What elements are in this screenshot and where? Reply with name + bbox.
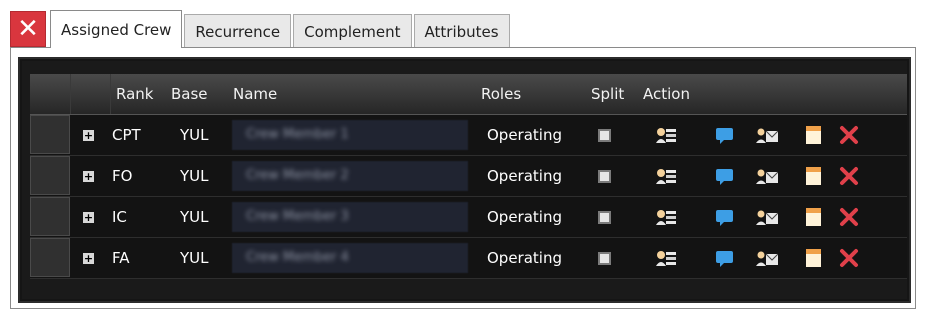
notes-icon[interactable] bbox=[802, 248, 824, 268]
tab-recurrence[interactable]: Recurrence bbox=[184, 14, 292, 48]
row-selector[interactable] bbox=[30, 238, 70, 277]
role-cell: Operating bbox=[487, 167, 562, 185]
message-icon[interactable] bbox=[714, 166, 736, 186]
tab-bar: ✕ Assigned Crew Recurrence Complement At… bbox=[10, 10, 512, 48]
table-row[interactable]: + FO YUL Crew Member 2 Operating bbox=[30, 156, 907, 197]
message-icon[interactable] bbox=[714, 248, 736, 268]
mail-crew-icon[interactable] bbox=[756, 166, 778, 186]
row-selector[interactable] bbox=[30, 197, 70, 236]
mail-crew-icon[interactable] bbox=[756, 125, 778, 145]
notes-icon[interactable] bbox=[802, 125, 824, 145]
tab-assigned-crew[interactable]: Assigned Crew bbox=[50, 10, 183, 48]
rank-cell: CPT bbox=[112, 126, 141, 144]
row-selector[interactable] bbox=[30, 115, 70, 154]
crew-card-icon[interactable] bbox=[655, 207, 677, 227]
expand-button[interactable]: + bbox=[83, 238, 94, 278]
name-cell: Crew Member 3 bbox=[232, 202, 468, 232]
crew-card-icon[interactable] bbox=[655, 166, 677, 186]
column-rank[interactable]: Rank bbox=[116, 74, 153, 114]
crew-card-icon[interactable] bbox=[655, 248, 677, 268]
name-cell: Crew Member 2 bbox=[232, 161, 468, 191]
column-roles[interactable]: Roles bbox=[481, 74, 521, 114]
mail-crew-icon[interactable] bbox=[756, 207, 778, 227]
split-checkbox[interactable] bbox=[598, 115, 611, 155]
grid-header: Rank Base Name Roles Split Action bbox=[30, 74, 907, 115]
mail-crew-icon[interactable] bbox=[756, 248, 778, 268]
column-base[interactable]: Base bbox=[171, 74, 208, 114]
split-checkbox[interactable] bbox=[598, 197, 611, 237]
column-name[interactable]: Name bbox=[233, 74, 277, 114]
message-icon[interactable] bbox=[714, 207, 736, 227]
remove-icon[interactable] bbox=[838, 125, 860, 145]
table-row[interactable]: + FA YUL Crew Member 4 Operating bbox=[30, 238, 907, 279]
notes-icon[interactable] bbox=[802, 207, 824, 227]
column-action: Action bbox=[643, 85, 690, 103]
tab-attributes[interactable]: Attributes bbox=[413, 14, 510, 48]
expand-button[interactable]: + bbox=[83, 197, 94, 237]
remove-icon[interactable] bbox=[838, 166, 860, 186]
tab-complement[interactable]: Complement bbox=[293, 14, 412, 48]
expand-button[interactable]: + bbox=[83, 115, 94, 155]
row-selector[interactable] bbox=[30, 156, 70, 195]
message-icon[interactable] bbox=[714, 125, 736, 145]
rank-cell: FA bbox=[112, 249, 130, 267]
remove-icon[interactable] bbox=[838, 207, 860, 227]
role-cell: Operating bbox=[487, 208, 562, 226]
notes-icon[interactable] bbox=[802, 166, 824, 186]
name-cell: Crew Member 1 bbox=[232, 120, 468, 150]
split-checkbox[interactable] bbox=[598, 238, 611, 278]
plus-icon: + bbox=[83, 169, 94, 183]
rank-cell: IC bbox=[112, 208, 127, 226]
role-cell: Operating bbox=[487, 249, 562, 267]
role-cell: Operating bbox=[487, 126, 562, 144]
close-button[interactable]: ✕ bbox=[10, 11, 46, 47]
crew-card-icon[interactable] bbox=[655, 125, 677, 145]
plus-icon: + bbox=[83, 210, 94, 224]
base-cell: YUL bbox=[180, 249, 209, 267]
table-row[interactable]: + IC YUL Crew Member 3 Operating bbox=[30, 197, 907, 238]
name-cell: Crew Member 4 bbox=[232, 243, 468, 273]
base-cell: YUL bbox=[180, 167, 209, 185]
expand-button[interactable]: + bbox=[83, 156, 94, 196]
column-split[interactable]: Split bbox=[591, 74, 624, 114]
rank-cell: FO bbox=[112, 167, 133, 185]
split-checkbox[interactable] bbox=[598, 156, 611, 196]
plus-icon: + bbox=[83, 251, 94, 265]
base-cell: YUL bbox=[180, 208, 209, 226]
remove-icon[interactable] bbox=[838, 248, 860, 268]
plus-icon: + bbox=[83, 128, 94, 142]
base-cell: YUL bbox=[180, 126, 209, 144]
close-x-icon: ✕ bbox=[17, 14, 39, 44]
table-row[interactable]: + CPT YUL Crew Member 1 Operating bbox=[30, 115, 907, 156]
